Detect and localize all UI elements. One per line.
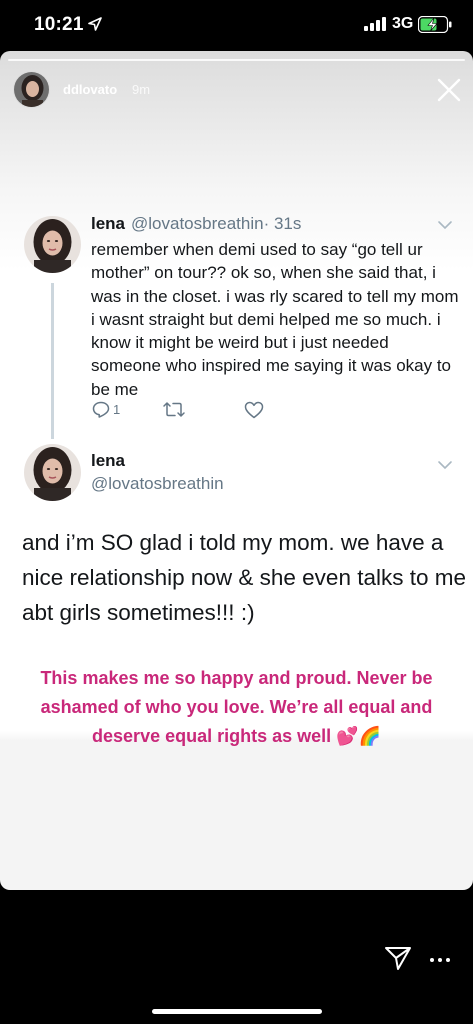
tweet-author-avatar[interactable] [24,216,81,273]
location-arrow-icon [88,17,102,31]
tweet-author-handle: @lovatosbreathin [91,474,224,493]
story-timestamp: 9m [132,82,151,97]
more-options-icon[interactable] [430,958,450,962]
status-bar: 10:21 3G [0,0,473,50]
thread-connector-line [51,283,54,439]
close-icon[interactable] [436,77,462,103]
story-username[interactable]: ddlovato [63,82,117,97]
story-user-avatar[interactable] [13,71,50,108]
chevron-down-icon[interactable] [437,460,453,470]
reply-icon[interactable] [92,401,110,418]
signal-icon [364,17,386,31]
send-icon[interactable] [384,945,412,971]
tweet-text: and i’m SO glad i told my mom. we have a… [22,530,466,625]
chevron-down-icon[interactable] [437,220,453,230]
battery-charging-icon [418,16,452,33]
network-type: 3G [392,15,414,32]
heart-icon[interactable] [244,401,264,419]
status-time: 10:21 [34,14,84,35]
tweet-text: remember when demi used to say “go tell … [91,240,459,399]
story-caption: This makes me so happy and proud. Never … [40,668,433,746]
tweet-author-avatar[interactable] [24,444,81,501]
retweet-icon[interactable] [162,401,186,418]
reply-count: 1 [113,402,121,417]
tweet-author-name[interactable]: lena [91,214,125,234]
home-indicator[interactable] [152,1009,322,1014]
tweet-author-name[interactable]: lena [91,451,125,471]
story-progress-bar [8,59,465,61]
tweet-author-handle: @lovatosbreathin· 31s [131,214,302,233]
